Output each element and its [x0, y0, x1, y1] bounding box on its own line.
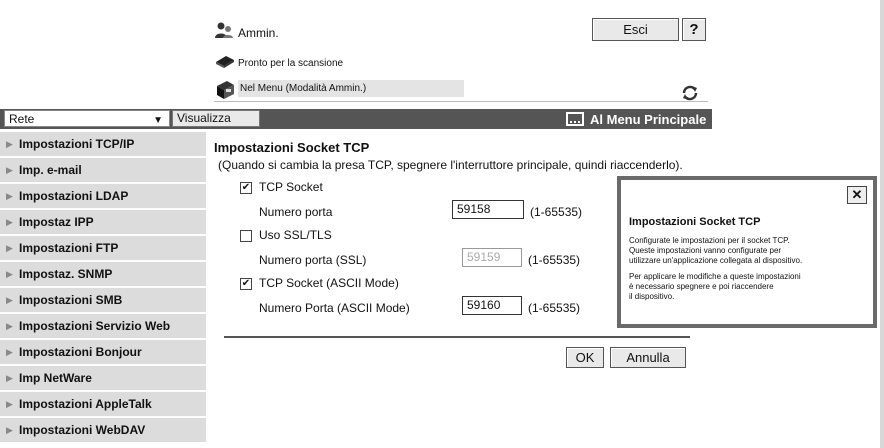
sidebar-item-webdav[interactable]: ▶ Impostazioni WebDAV [0, 418, 206, 442]
logout-button[interactable]: Esci [592, 18, 679, 41]
sidebar-item-ldap[interactable]: ▶ Impostazioni LDAP [0, 184, 206, 208]
close-icon[interactable]: ✕ [847, 186, 867, 204]
port-label: Numero porta [259, 205, 333, 219]
admin-user-label: Ammin. [238, 26, 279, 40]
triangle-right-icon: ▶ [6, 295, 13, 305]
help-text-line: Queste impostazioni vanno configurate pe… [629, 246, 782, 255]
triangle-right-icon: ▶ [6, 373, 13, 383]
tcp-socket-label: TCP Socket [259, 180, 323, 194]
help-button[interactable]: ? [682, 18, 706, 41]
help-text-line: Per applicare le modifiche a queste impo… [629, 272, 801, 281]
sidebar-item-label: Impostazioni FTP [19, 241, 119, 255]
ascii-port-label: Numero Porta (ASCII Mode) [259, 301, 410, 315]
sidebar-item-label: Imp NetWare [19, 371, 92, 385]
sidebar-item-label: Impostazioni WebDAV [19, 423, 146, 437]
category-select-value: Rete [9, 112, 35, 126]
status-ready-text: Pronto per la scansione [238, 58, 344, 69]
sidebar-item-bonjour[interactable]: ▶ Impostazioni Bonjour [0, 340, 206, 364]
port-field[interactable]: 59158 [452, 200, 524, 219]
sidebar-item-snmp[interactable]: ▶ Impostaz. SNMP [0, 262, 206, 286]
printer-icon [217, 81, 234, 99]
help-text-line: utilizzare un'applicazione collegata al … [629, 256, 803, 265]
sidebar-item-email[interactable]: ▶ Imp. e-mail [0, 158, 206, 182]
ssl-port-field[interactable]: 59159 [462, 248, 522, 267]
main-menu-link[interactable]: Al Menu Principale [590, 112, 706, 127]
help-text-line: è necessario spegnere e poi riaccendere [629, 282, 774, 291]
sidebar-item-label: Impostazioni SMB [19, 293, 123, 307]
ascii-port-field[interactable]: 59160 [462, 296, 522, 315]
sidebar-item-web-service[interactable]: ▶ Impostazioni Servizio Web [0, 314, 206, 338]
status-mode-box: Nel Menu (Modalità Ammin.) [238, 80, 464, 97]
sidebar-item-appletalk[interactable]: ▶ Impostazioni AppleTalk [0, 392, 206, 416]
sidebar-item-label: Impostazioni TCP/IP [19, 137, 135, 151]
ssl-tls-label: Uso SSL/TLS [259, 228, 332, 242]
ascii-port-range: (1-65535) [528, 301, 581, 315]
sidebar-item-smb[interactable]: ▶ Impostazioni SMB [0, 288, 206, 312]
help-text-line: il dispositivo. [629, 292, 675, 301]
triangle-right-icon: ▶ [6, 243, 13, 253]
ssl-port-label: Numero porta (SSL) [259, 253, 367, 267]
triangle-right-icon: ▶ [6, 217, 13, 227]
header-divider [214, 101, 708, 102]
cancel-button[interactable]: Annulla [610, 347, 686, 368]
sidebar-item-ipp[interactable]: ▶ Impostaz IPP [0, 210, 206, 234]
port-range: (1-65535) [530, 205, 583, 219]
sidebar-item-netware[interactable]: ▶ Imp NetWare [0, 366, 206, 390]
help-popup: ✕ Impostazioni Socket TCP Configurate le… [617, 176, 877, 328]
triangle-right-icon: ▶ [6, 191, 13, 201]
triangle-right-icon: ▶ [6, 347, 13, 357]
help-popup-title: Impostazioni Socket TCP [629, 216, 761, 228]
triangle-right-icon: ▶ [6, 139, 13, 149]
refresh-icon[interactable] [680, 83, 700, 103]
triangle-right-icon: ▶ [6, 399, 13, 409]
sidebar-item-ftp[interactable]: ▶ Impostazioni FTP [0, 236, 206, 260]
help-popup-body: ✕ Impostazioni Socket TCP Configurate le… [621, 180, 873, 324]
ok-button[interactable]: OK [566, 347, 604, 368]
ssl-port-range: (1-65535) [528, 253, 581, 267]
ssl-tls-checkbox[interactable] [240, 230, 252, 242]
triangle-right-icon: ▶ [6, 321, 13, 331]
admin-user-icon [215, 22, 233, 38]
sidebar-item-label: Imp. e-mail [19, 163, 82, 177]
settings-sidebar: ▶ Impostazioni TCP/IP ▶ Imp. e-mail ▶ Impos… [0, 132, 206, 444]
triangle-right-icon: ▶ [6, 269, 13, 279]
view-button[interactable]: Visualizza [172, 110, 260, 127]
ascii-socket-checkbox[interactable]: ✔ [240, 278, 252, 290]
restart-note: (Quando si cambia la presa TCP, spegnere… [218, 158, 683, 172]
window-scrollbar[interactable] [880, 0, 884, 448]
sidebar-item-label: Impostazioni Servizio Web [19, 319, 171, 333]
tcp-socket-checkbox[interactable]: ✔ [240, 182, 252, 194]
sidebar-item-label: Impostaz IPP [19, 215, 94, 229]
form-divider [224, 336, 690, 338]
triangle-right-icon: ▶ [6, 165, 13, 175]
sidebar-item-tcp-ip[interactable]: ▶ Impostazioni TCP/IP [0, 132, 206, 156]
sidebar-item-label: Impostazioni Bonjour [19, 345, 142, 359]
page-title: Impostazioni Socket TCP [214, 140, 370, 155]
sidebar-item-label: Impostaz. SNMP [19, 267, 113, 281]
category-select[interactable]: Rete ▼ [4, 110, 170, 127]
sidebar-item-label: Impostazioni AppleTalk [19, 397, 152, 411]
ascii-socket-label: TCP Socket (ASCII Mode) [259, 276, 399, 290]
help-text-line: Configurate le impostazioni per il socke… [629, 236, 790, 245]
triangle-right-icon: ▶ [6, 425, 13, 435]
chevron-down-icon: ▼ [153, 115, 163, 126]
sidebar-item-label: Impostazioni LDAP [19, 189, 129, 203]
main-menu-icon[interactable] [566, 112, 584, 126]
scanner-icon [216, 56, 234, 68]
